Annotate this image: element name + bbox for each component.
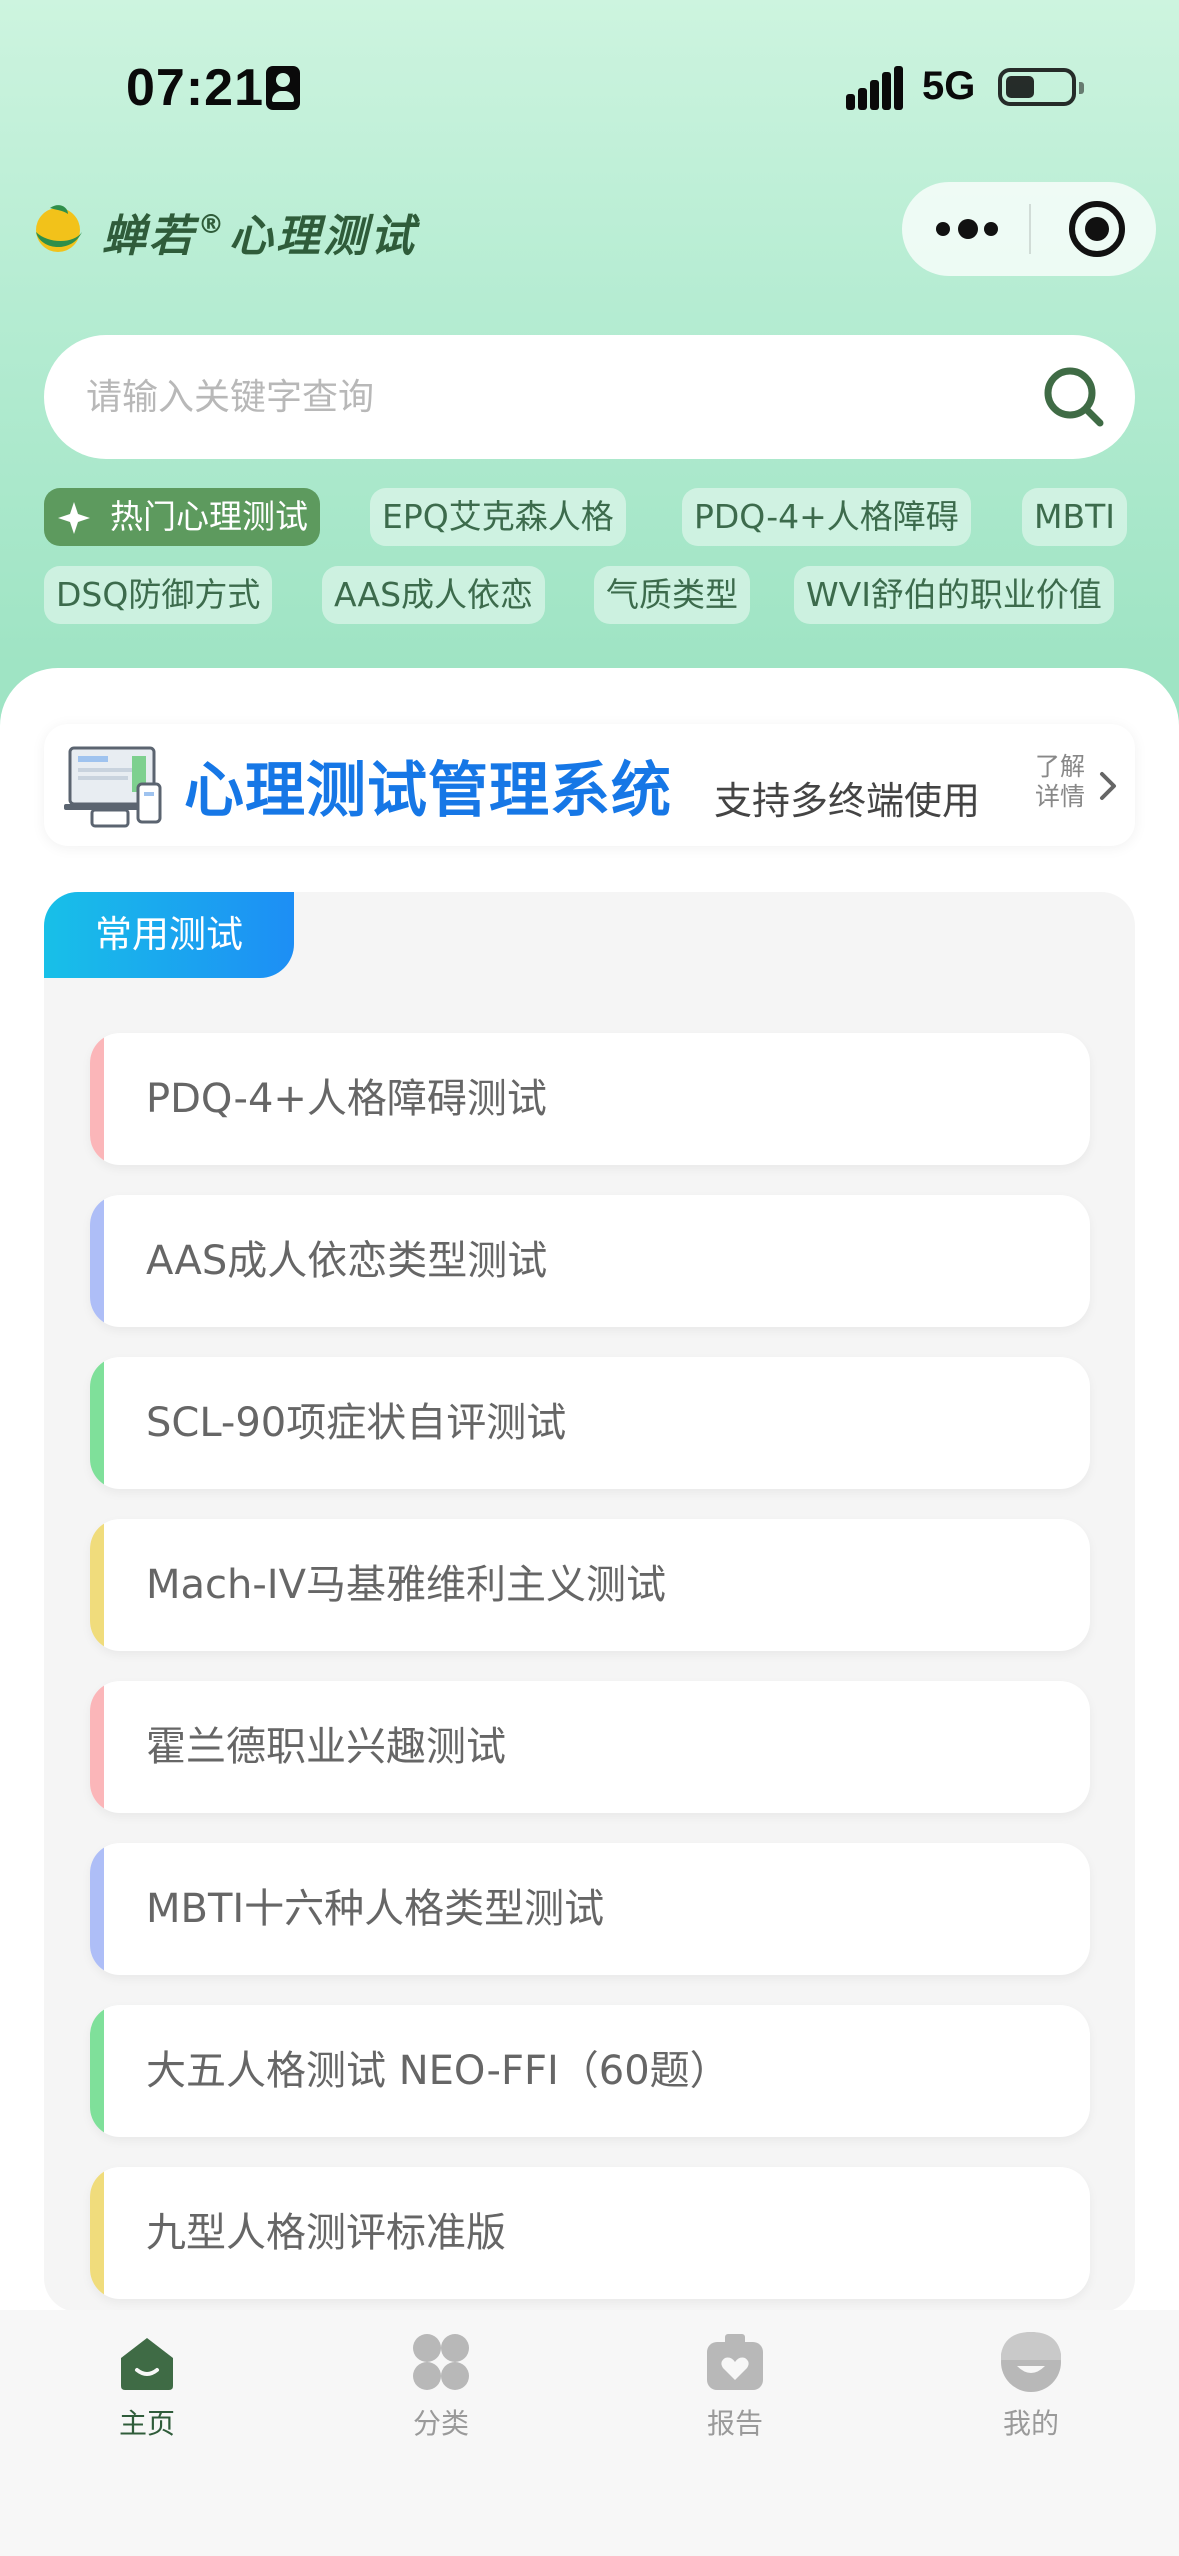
test-item-accent: [90, 1519, 104, 1651]
miniprogram-capsule: [902, 182, 1156, 276]
tag-item[interactable]: DSQ防御方式: [44, 566, 273, 624]
section-title: 常用测试: [44, 892, 294, 978]
test-item-accent: [90, 1195, 104, 1327]
test-item-accent: [90, 2167, 104, 2299]
tag-item[interactable]: AAS成人依恋: [322, 566, 546, 624]
status-bar: 07:21 5G: [0, 0, 1179, 170]
management-system-banner[interactable]: 心理测试管理系统 支持多终端使用 了解 详情: [44, 724, 1135, 846]
test-item-accent: [90, 1681, 104, 1813]
test-item-label: 九型人格测评标准版: [146, 2210, 506, 2256]
report-icon: [707, 2334, 763, 2390]
tag-item[interactable]: 气质类型: [594, 566, 750, 624]
search-icon[interactable]: [1042, 365, 1106, 429]
tab-label: 报告: [706, 2407, 763, 2440]
signal-icon: [846, 66, 904, 110]
test-item-label: 霍兰德职业兴趣测试: [146, 1724, 506, 1770]
test-item-accent: [90, 1357, 104, 1489]
test-item[interactable]: 大五人格测试 NEO-FFI（60题）: [90, 2005, 1090, 2137]
cicada-logo-icon: [36, 205, 82, 252]
test-item[interactable]: 九型人格测评标准版: [90, 2167, 1090, 2299]
tab-label: 我的: [1002, 2407, 1059, 2440]
test-item-label: AAS成人依恋类型测试: [146, 1238, 548, 1284]
chevron-right-icon: [1100, 772, 1116, 800]
test-item-accent: [90, 2005, 104, 2137]
test-item[interactable]: SCL-90项症状自评测试: [90, 1357, 1090, 1489]
app-title: 蝉若®心理测试: [102, 200, 417, 264]
home-icon: [121, 2338, 173, 2390]
capsule-divider: [1029, 204, 1031, 254]
test-item-label: SCL-90项症状自评测试: [146, 1400, 567, 1446]
category-icon: [413, 2334, 469, 2390]
more-icon[interactable]: [936, 216, 1000, 242]
tag-item[interactable]: MBTI: [1022, 488, 1128, 546]
test-item-label: 大五人格测试 NEO-FFI（60题）: [146, 2048, 730, 2094]
search-box[interactable]: [44, 335, 1135, 459]
contact-card-icon: [266, 66, 300, 110]
app-title-part1: 蝉若: [102, 211, 196, 262]
tab-profile[interactable]: 我的: [961, 2310, 1101, 2450]
status-time: 07:21: [126, 59, 264, 117]
test-item-accent: [90, 1033, 104, 1165]
test-item[interactable]: PDQ-4+人格障碍测试: [90, 1033, 1090, 1165]
test-item-accent: [90, 1843, 104, 1975]
banner-subtitle: 支持多终端使用: [714, 779, 981, 823]
tag-item[interactable]: WVI舒伯的职业价值: [794, 566, 1114, 624]
test-item[interactable]: 霍兰德职业兴趣测试: [90, 1681, 1090, 1813]
sparkle-icon: [58, 502, 90, 534]
tab-label: 主页: [118, 2407, 175, 2440]
battery-icon: [998, 68, 1084, 106]
learn-more-line2: 详情: [1034, 782, 1085, 811]
network-type: 5G: [922, 64, 976, 108]
learn-more-link[interactable]: 了解 详情: [1028, 752, 1092, 812]
search-input[interactable]: [86, 365, 986, 429]
test-item[interactable]: Mach-IV马基雅维利主义测试: [90, 1519, 1090, 1651]
test-item-label: Mach-IV马基雅维利主义测试: [146, 1562, 666, 1608]
tab-home[interactable]: 主页: [77, 2310, 217, 2450]
test-item[interactable]: MBTI十六种人格类型测试: [90, 1843, 1090, 1975]
banner-title: 心理测试管理系统: [184, 756, 672, 826]
app-title-part2: 心理测试: [229, 211, 417, 262]
tab-report[interactable]: 报告: [665, 2310, 805, 2450]
tag-label: 热门心理测试: [110, 497, 308, 536]
tag-item[interactable]: PDQ-4+人格障碍: [682, 488, 971, 546]
test-item-label: PDQ-4+人格障碍测试: [146, 1076, 547, 1122]
test-item[interactable]: AAS成人依恋类型测试: [90, 1195, 1090, 1327]
learn-more-line1: 了解: [1034, 752, 1085, 781]
tab-label: 分类: [412, 2407, 469, 2440]
devices-illustration-icon: [64, 746, 162, 828]
tag-hot-tests[interactable]: 热门心理测试: [44, 488, 320, 546]
registered-mark: ®: [198, 210, 227, 240]
tag-item[interactable]: EPQ艾克森人格: [370, 488, 626, 546]
page: 07:21 5G 蝉若®心理测试 请输入关键字查询 热门心理测试 EPQ艾克森人…: [0, 0, 1179, 2556]
tab-category[interactable]: 分类: [371, 2310, 511, 2450]
test-item-label: MBTI十六种人格类型测试: [146, 1886, 605, 1932]
close-miniprogram-icon[interactable]: [1069, 201, 1125, 257]
profile-icon: [1001, 2332, 1061, 2392]
